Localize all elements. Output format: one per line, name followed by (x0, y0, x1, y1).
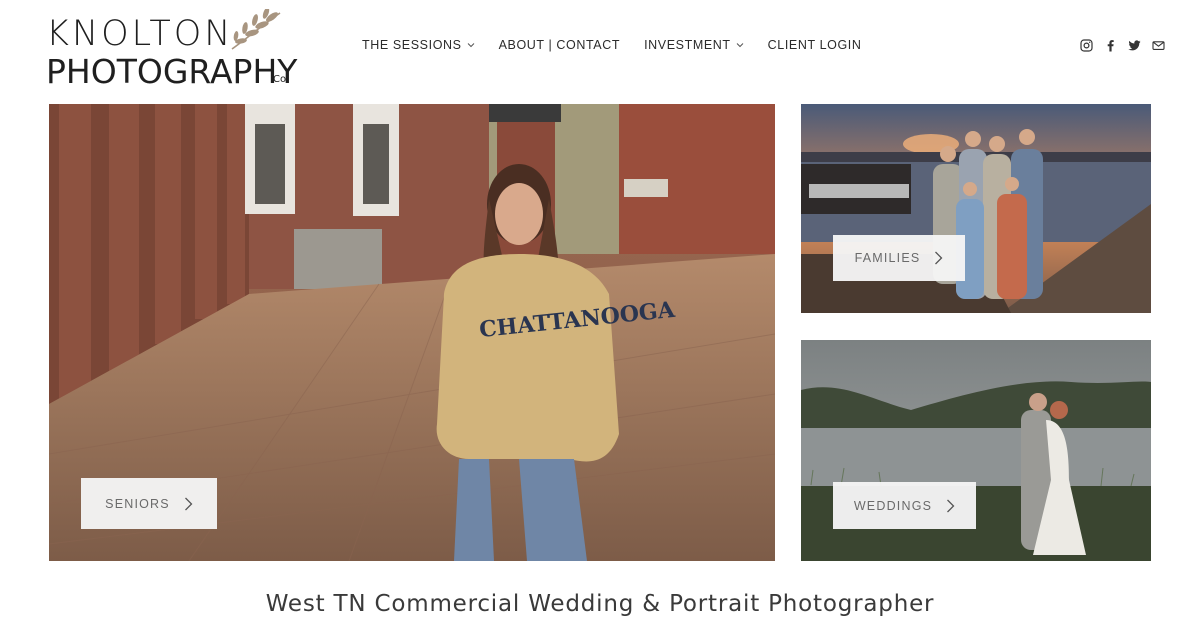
weddings-button[interactable]: WEDDINGS (833, 482, 976, 529)
seniors-button[interactable]: SENIORS (81, 478, 217, 529)
chevron-down-icon (736, 43, 744, 48)
page-tagline: West TN Commercial Wedding & Portrait Ph… (265, 591, 935, 617)
logo-wordmark-top: KNOLTON (46, 14, 234, 54)
families-photo-tile[interactable]: FAMILIES (801, 104, 1151, 313)
site-logo[interactable]: KNOLTON PHOTOGRAPHY Co. (46, 9, 298, 92)
weddings-photo-tile[interactable]: WEDDINGS (801, 340, 1151, 561)
nav-item-investment[interactable]: INVESTMENT (644, 38, 744, 52)
instagram-icon[interactable] (1080, 39, 1093, 52)
chevron-down-icon (467, 43, 474, 48)
chevron-right-icon (947, 499, 955, 512)
seniors-photo-tile[interactable]: CHATTANOOGA SENIORS (49, 104, 775, 561)
chevron-right-icon (935, 251, 943, 265)
twitter-icon[interactable] (1128, 39, 1141, 52)
logo-wordmark-bottom: PHOTOGRAPHY (46, 52, 298, 91)
nav-item-sessions[interactable]: THE SESSIONS (362, 38, 475, 52)
families-button[interactable]: FAMILIES (833, 235, 965, 281)
social-links (1080, 39, 1165, 52)
families-photo (801, 104, 1151, 313)
nav-item-label: INVESTMENT (644, 38, 731, 52)
nav-item-label: ABOUT | CONTACT (498, 38, 621, 52)
main-nav: THE SESSIONS ABOUT | CONTACT INVESTMENT … (362, 38, 861, 52)
nav-item-label: CLIENT LOGIN (767, 38, 862, 52)
facebook-icon[interactable] (1104, 39, 1117, 52)
nav-item-about-contact[interactable]: ABOUT | CONTACT (499, 38, 621, 52)
weddings-button-label: WEDDINGS (853, 498, 933, 513)
email-icon[interactable] (1152, 39, 1165, 52)
nav-item-label: THE SESSIONS (362, 38, 462, 52)
logo-suffix: Co. (273, 74, 290, 85)
leaf-icon (231, 9, 281, 50)
chevron-right-icon (184, 497, 193, 510)
seniors-button-label: SENIORS (105, 496, 170, 511)
families-button-label: FAMILIES (854, 251, 921, 265)
nav-item-client-login[interactable]: CLIENT LOGIN (768, 38, 862, 52)
